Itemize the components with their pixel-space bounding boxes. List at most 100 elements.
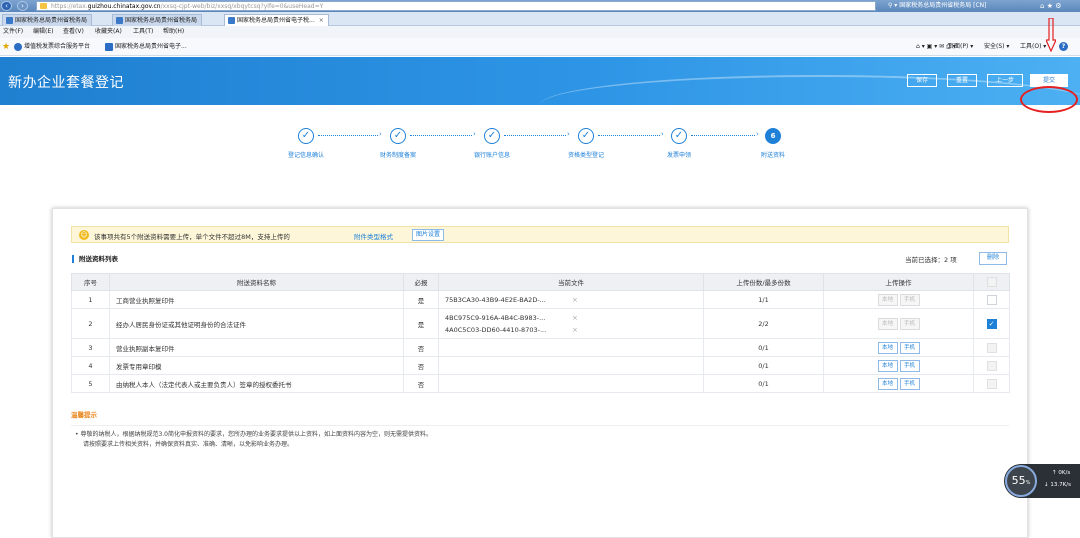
site-icon <box>14 43 22 51</box>
image-settings-button[interactable]: 图片设置 <box>412 229 445 241</box>
file-entry[interactable]: 4BC975C9-916A-4B4C-B983-... × <box>445 312 703 324</box>
select-all-header <box>973 273 1010 291</box>
upload-local-button[interactable]: 本地 <box>877 377 898 390</box>
row-select <box>973 290 1010 309</box>
file-name[interactable]: 4BC975C9-916A-4B4C-B983-... <box>445 314 545 322</box>
help-icon[interactable]: ? <box>1059 42 1068 51</box>
upload-actions: 本地 手机 <box>823 290 974 309</box>
column-header: 上传操作 <box>823 273 974 291</box>
menu-help[interactable]: 帮助(H) <box>163 26 184 38</box>
remove-file-icon[interactable]: × <box>572 324 578 336</box>
step-connector <box>691 135 755 137</box>
tab-label: 国家税务总局贵州省税务局 <box>125 17 198 24</box>
browser-address-bar: ‹ › https://etax.guizhou.chinatax.gov.cn… <box>0 0 1080 12</box>
attachment-name: 营业执照副本复印件 <box>109 338 404 357</box>
notice-text: 该事项共有5个附送资料需要上传，单个文件不超过8M，支持上传的 <box>94 233 290 241</box>
section-title: 附送资料列表 <box>72 255 118 263</box>
file-entry[interactable]: 75B3CA30-43B9-4E2E-BA2D-... × <box>445 294 703 306</box>
upload-count: 2/2 <box>703 308 824 339</box>
upload-local-button[interactable]: 本地 <box>877 341 898 354</box>
step-arrow-icon: › <box>379 130 382 138</box>
reset-button[interactable]: 重置 <box>947 74 977 87</box>
usage-gauge: 55% <box>1005 465 1037 497</box>
menu-edit[interactable]: 编辑(E) <box>33 26 53 38</box>
required-flag: 是 <box>403 290 439 309</box>
back-icon[interactable]: ‹ <box>1 1 12 11</box>
upload-actions: 本地 手机 <box>823 374 974 393</box>
toolbar-safety[interactable]: 安全(S) ▾ <box>984 42 1009 52</box>
attachment-name: 发票专用章印模 <box>109 356 404 375</box>
favorite-link-invoice[interactable]: 增值税发票综合服务平台 <box>14 42 90 52</box>
forward-icon[interactable]: › <box>17 1 28 11</box>
delete-button[interactable]: 删除 <box>979 252 1007 265</box>
row-checkbox-checked[interactable]: ✓ <box>986 318 997 329</box>
browser-menu-bar: 文件(F) 编辑(E) 查看(V) 收藏夹(A) 工具(T) 帮助(H) <box>0 26 1080 38</box>
table-row: 5 由纳税人本人（法定代表人或主要负责人）签章的授权委托书 否 0/1 本地 手机 <box>71 374 1010 393</box>
upload-phone-button[interactable]: 手机 <box>899 359 920 372</box>
step-label: 资格类型登记 <box>567 152 604 159</box>
prev-step-button[interactable]: 上一步 <box>987 74 1023 87</box>
window-controls[interactable]: ⌂ ★ ⚙ <box>1040 1 1061 11</box>
file-entry[interactable]: 4A0C5C03-DD60-4410-8703-... × <box>445 324 703 336</box>
row-checkbox <box>986 378 997 389</box>
url-prefix: https://etax. <box>51 3 88 10</box>
settings-gear-icon[interactable]: ⚙ <box>1055 2 1061 10</box>
file-name[interactable]: 75B3CA30-43B9-4E2E-BA2D-... <box>445 296 546 304</box>
url-field[interactable]: https://etax.guizhou.chinatax.gov.cn/xxs… <box>36 1 876 11</box>
menu-favorites[interactable]: 收藏夹(A) <box>95 26 122 38</box>
download-speed: ↓ 13.7K/s <box>1044 482 1071 488</box>
row-number: 2 <box>71 308 110 339</box>
upload-count: 0/1 <box>703 374 824 393</box>
page-title: 新办企业套餐登记 <box>8 75 124 91</box>
current-files: 4BC975C9-916A-4B4C-B983-... × 4A0C5C03-DD… <box>438 308 704 339</box>
browser-tab-2[interactable]: 国家税务总局贵州省税务局 <box>112 14 203 26</box>
column-header: 附送资料名称 <box>109 273 404 291</box>
home-icon[interactable]: ⌂ <box>1040 2 1044 10</box>
select-all-checkbox[interactable] <box>986 277 997 287</box>
save-button[interactable]: 保存 <box>907 74 937 87</box>
browser-tab-3[interactable]: 国家税务总局贵州省电子税... × <box>224 14 329 26</box>
browser-tab-1[interactable]: 国家税务总局贵州省税务局 <box>2 14 93 26</box>
favorites-star-icon[interactable]: ★ <box>1047 2 1053 10</box>
remove-file-icon[interactable]: × <box>572 312 578 324</box>
required-flag: 否 <box>403 338 439 357</box>
gauge-unit: % <box>1025 480 1031 486</box>
upload-phone-button[interactable]: 手机 <box>899 377 920 390</box>
site-identity[interactable]: ⚲ ▾ 国家税务总局贵州省税务局 [CN] <box>888 1 987 11</box>
step-current: 6 <box>765 128 781 144</box>
app-header: 新办企业套餐登记 保存 重置 上一步 提交 <box>0 57 1080 105</box>
toolbar-tools[interactable]: 工具(O) ▾ <box>1020 42 1046 52</box>
column-header: 当前文件 <box>438 273 704 291</box>
menu-view[interactable]: 查看(V) <box>63 26 84 38</box>
row-checkbox[interactable] <box>986 294 997 305</box>
remove-file-icon[interactable]: × <box>572 294 578 306</box>
toolbar-page[interactable]: 页面(P) ▾ <box>948 42 973 52</box>
notice-bar: ☺ 该事项共有5个附送资料需要上传，单个文件不超过8M，支持上传的 附件类型格式… <box>71 226 1009 243</box>
upload-phone-button[interactable]: 手机 <box>899 341 920 354</box>
step-connector <box>504 135 566 137</box>
favorite-link-etax[interactable]: 国家税务总局贵州省电子... <box>105 42 187 52</box>
upload-speed: ↑ 0K/s <box>1052 470 1071 476</box>
step-arrow-icon: › <box>756 130 759 138</box>
step-label: 附送资料 <box>760 152 785 159</box>
search-icon[interactable]: ⚲ ▾ <box>888 2 899 9</box>
tab-close-icon[interactable]: × <box>319 17 324 24</box>
site-identity-label: 国家税务总局贵州省税务局 [CN] <box>899 2 987 9</box>
file-format-link[interactable]: 附件类型格式 <box>354 231 393 241</box>
upload-local-button[interactable]: 本地 <box>877 359 898 372</box>
menu-tools[interactable]: 工具(T) <box>133 26 153 38</box>
menu-file[interactable]: 文件(F) <box>3 26 23 38</box>
file-name[interactable]: 4A0C5C03-DD60-4410-8703-... <box>445 326 546 334</box>
upload-count: 1/1 <box>703 290 824 309</box>
step-connector <box>318 135 378 137</box>
network-speed-widget[interactable]: 55% ↑ 0K/s ↓ 13.7K/s <box>1004 464 1080 498</box>
step-arrow-icon: › <box>661 130 664 138</box>
upload-count: 0/1 <box>703 356 824 375</box>
current-files <box>438 356 704 375</box>
upload-actions: 本地 手机 <box>823 308 974 339</box>
favorites-star-icon[interactable]: ★ <box>2 42 10 52</box>
upload-phone-button: 手机 <box>899 317 920 330</box>
table-header-row: 序号 附送资料名称 必报 当前文件 上传份数/最多份数 上传操作 <box>71 273 1010 291</box>
favorite-label: 增值税发票综合服务平台 <box>24 43 91 50</box>
red-arrow-annotation-icon <box>1046 18 1056 52</box>
